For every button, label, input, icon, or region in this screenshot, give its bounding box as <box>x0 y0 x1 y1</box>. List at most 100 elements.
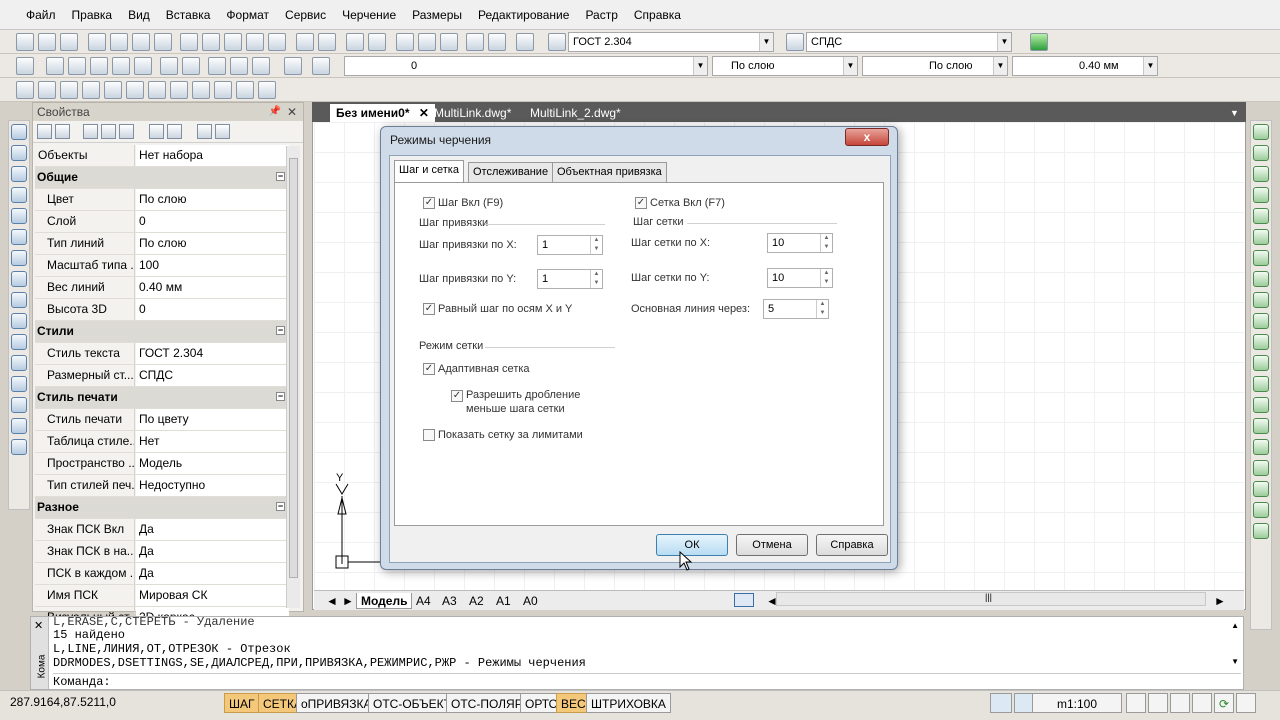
fillet-icon[interactable] <box>214 81 232 99</box>
line-tool-icon[interactable] <box>11 124 27 140</box>
dim-style-select[interactable]: СПДС ▼ <box>806 32 1012 52</box>
layer-manager-icon[interactable] <box>16 57 34 75</box>
polygon-icon[interactable] <box>104 81 122 99</box>
close-button[interactable]: x <box>845 128 889 146</box>
close-icon[interactable]: ✕ <box>413 106 429 120</box>
edit-tool-icon[interactable] <box>1253 124 1269 140</box>
rotate-tool-icon[interactable] <box>1253 250 1269 266</box>
explode-tool-icon[interactable] <box>1253 439 1269 455</box>
cancel-button[interactable]: Отмена <box>736 534 808 556</box>
publish-icon[interactable] <box>132 33 150 51</box>
zoom-realtime-icon[interactable] <box>368 33 386 51</box>
mode-toggle-0[interactable]: ШАГ <box>224 693 260 713</box>
menu-item-2[interactable]: Вид <box>120 0 158 30</box>
property-value[interactable]: СПДС <box>136 365 289 386</box>
stretch-tool-icon[interactable] <box>1253 292 1269 308</box>
menu-item-6[interactable]: Черчение <box>334 0 404 30</box>
dim-style-icon[interactable] <box>786 33 804 51</box>
help-button[interactable]: Справка <box>816 534 888 556</box>
match-properties-icon[interactable] <box>268 33 286 51</box>
lineweight-select[interactable]: 0.40 мм ▼ <box>1012 56 1158 76</box>
layout-icon[interactable] <box>734 593 754 607</box>
property-row[interactable]: Знак ПСК Вкл Да <box>35 519 289 541</box>
snap-y-input[interactable]: 1 ▲ ▼ <box>537 269 603 289</box>
pin-icon[interactable]: 📌 <box>269 103 281 121</box>
hatch-tool-icon[interactable] <box>11 376 27 392</box>
property-section-header[interactable]: Разное − <box>35 497 289 519</box>
property-value[interactable]: Нет набора <box>136 145 289 166</box>
properties-icon[interactable] <box>488 33 506 51</box>
spin-arrows-icon[interactable]: ▲ ▼ <box>816 300 828 318</box>
snap-on-checkbox[interactable]: ✓ <box>423 197 435 209</box>
erase-icon[interactable] <box>126 81 144 99</box>
region-tool-icon[interactable] <box>11 397 27 413</box>
spline-tool-icon[interactable] <box>11 292 27 308</box>
tab-document-1[interactable]: Без имени0* ✕ <box>330 104 435 122</box>
plot-icon[interactable] <box>154 33 172 51</box>
new-file-icon[interactable] <box>16 33 34 51</box>
zoom-window-icon[interactable] <box>396 33 414 51</box>
property-value[interactable]: По слою <box>136 233 289 254</box>
polyline-icon[interactable] <box>38 81 56 99</box>
print-icon[interactable] <box>88 33 106 51</box>
paste-special-icon[interactable] <box>246 33 264 51</box>
property-row[interactable]: Тип стилей печ... Недоступно <box>35 475 289 497</box>
mirror-tool-icon[interactable] <box>1253 166 1269 182</box>
tab-model[interactable]: Модель <box>356 593 413 609</box>
property-row[interactable]: Слой 0 <box>35 211 289 233</box>
property-value[interactable]: По слою <box>136 189 289 210</box>
property-row[interactable]: Размерный ст... СПДС <box>35 365 289 387</box>
tab-a4[interactable]: A4 <box>412 593 435 609</box>
app-icon[interactable] <box>1030 33 1048 51</box>
tab-snap-grid[interactable]: Шаг и сетка <box>394 160 464 183</box>
offset-tool-icon[interactable] <box>1253 187 1269 203</box>
point-tool-icon[interactable] <box>11 355 27 371</box>
paste-icon[interactable] <box>224 33 242 51</box>
chamfer-icon[interactable] <box>236 81 254 99</box>
mode-toggle-2[interactable]: оПРИВЯЗКА <box>296 693 377 713</box>
property-row[interactable]: Высота 3D 0 <box>35 299 289 321</box>
save-icon[interactable] <box>60 33 78 51</box>
property-row[interactable]: Стиль печати По цвету <box>35 409 289 431</box>
color-select[interactable]: По слою ▼ <box>712 56 858 76</box>
tab-a1[interactable]: A1 <box>492 593 515 609</box>
trim-icon[interactable] <box>148 81 166 99</box>
layer-select[interactable]: 0 ▼ <box>344 56 708 76</box>
property-value[interactable]: 0 <box>136 299 289 320</box>
tab-document-3[interactable]: MultiLink_2.dwg* <box>524 104 627 122</box>
scroll-up-icon[interactable]: ▲ <box>1231 621 1239 630</box>
snap-x-input[interactable]: 1 ▲ ▼ <box>537 235 603 255</box>
close-icon[interactable]: ✕ <box>287 103 297 121</box>
open-file-icon[interactable] <box>38 33 56 51</box>
command-input[interactable]: Команда: <box>53 673 1241 689</box>
collapse-icon[interactable]: − <box>276 392 285 401</box>
collapse-icon[interactable]: − <box>276 502 285 511</box>
list-view-icon[interactable] <box>215 124 230 139</box>
select-objects-icon[interactable] <box>83 124 98 139</box>
equal-step-checkbox[interactable]: ✓ <box>423 303 435 315</box>
fullscreen-icon[interactable] <box>1236 693 1256 713</box>
grid-y-input[interactable]: 10 ▲ ▼ <box>767 268 833 288</box>
property-section-header[interactable]: Стиль печати − <box>35 387 289 409</box>
property-value[interactable]: ГОСТ 2.304 <box>136 343 289 364</box>
properties-tool-icon[interactable] <box>1253 460 1269 476</box>
pan-status-icon[interactable] <box>1126 693 1146 713</box>
cloud-tool-icon[interactable] <box>11 271 27 287</box>
beyond-limits-checkbox[interactable] <box>423 429 435 441</box>
tab-a3[interactable]: A3 <box>438 593 461 609</box>
text-tool-icon[interactable] <box>11 439 27 455</box>
adaptive-grid-checkbox[interactable]: ✓ <box>423 363 435 375</box>
menu-item-4[interactable]: Формат <box>218 0 277 30</box>
linetype-select[interactable]: По слою ▼ <box>862 56 1008 76</box>
zoom-window-status-icon[interactable] <box>1170 693 1190 713</box>
zoom-prev-status-icon[interactable] <box>1192 693 1212 713</box>
major-line-input[interactable]: 5 ▲ ▼ <box>763 299 829 319</box>
help-icon[interactable] <box>516 33 534 51</box>
mode-toggle-7[interactable]: ШТРИХОВКА <box>586 693 671 713</box>
menu-item-1[interactable]: Правка <box>64 0 121 30</box>
menu-item-0[interactable]: Файл <box>18 0 64 30</box>
spin-arrows-icon[interactable]: ▲ ▼ <box>590 236 602 254</box>
pan-icon[interactable] <box>346 33 364 51</box>
property-row[interactable]: Пространство ... Модель <box>35 453 289 475</box>
arc-tool-icon[interactable] <box>11 229 27 245</box>
